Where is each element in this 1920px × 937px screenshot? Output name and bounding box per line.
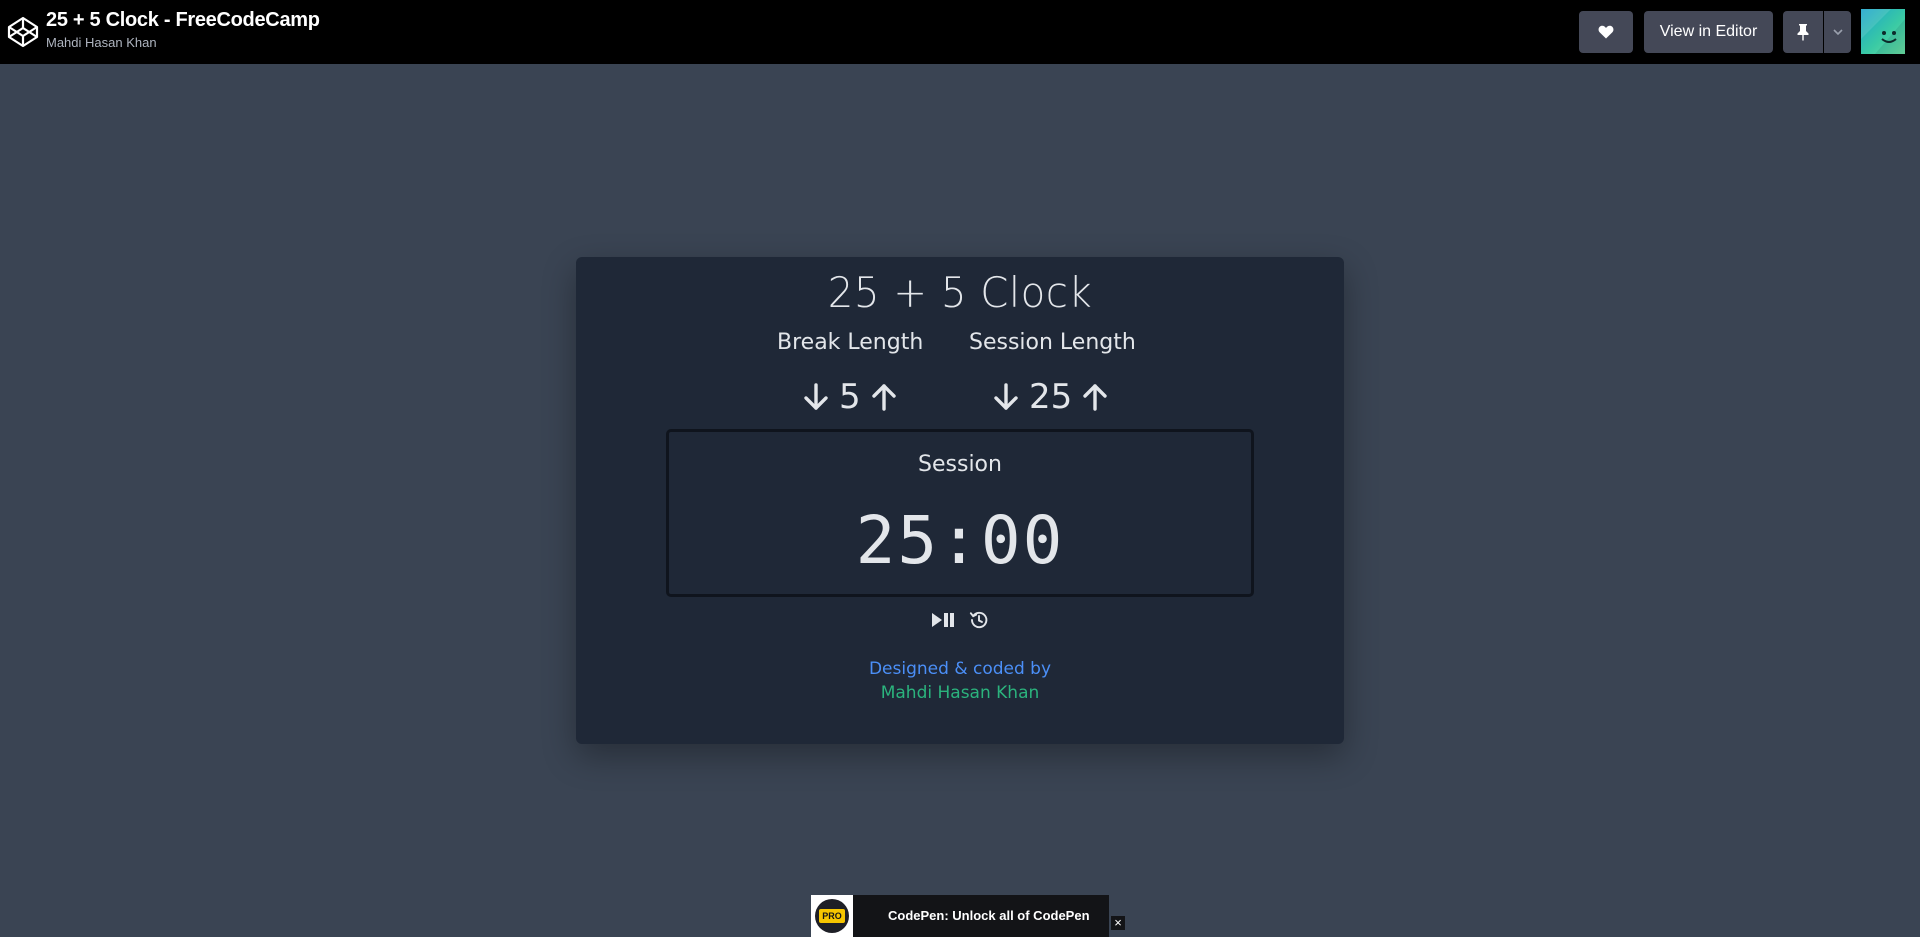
clock-title: 25 + 5 Clock: [827, 268, 1093, 317]
session-length-controls: 25: [993, 377, 1108, 417]
pro-badge-icon: PRO: [815, 899, 849, 933]
close-icon[interactable]: ×: [1111, 916, 1125, 930]
codepen-logo-icon[interactable]: [6, 15, 40, 49]
session-length-label: Session Length: [969, 330, 1136, 355]
break-increment-arrow-up-icon[interactable]: [871, 382, 897, 412]
session-increment-arrow-up-icon[interactable]: [1082, 382, 1108, 412]
credit-author-link[interactable]: Mahdi Hasan Khan: [0, 683, 1920, 703]
pen-title: 25 + 5 Clock - FreeCodeCamp: [46, 9, 320, 31]
pro-badge-text: PRO: [819, 909, 845, 923]
timer-display: Session 25:00: [666, 429, 1254, 597]
session-length-value: 25: [1029, 377, 1073, 417]
pen-author-link[interactable]: Mahdi Hasan Khan: [46, 35, 157, 50]
session-decrement-arrow-down-icon[interactable]: [993, 382, 1019, 412]
time-left: 25:00: [855, 502, 1065, 579]
break-decrement-arrow-down-icon[interactable]: [803, 382, 829, 412]
play-pause-icon[interactable]: [931, 611, 956, 629]
avatar-face-icon: [1861, 9, 1905, 54]
credit-line: Designed & coded by: [868, 659, 1052, 679]
promo-text: CodePen: Unlock all of CodePen: [888, 908, 1090, 923]
codepen-header: 25 + 5 Clock - FreeCodeCamp Mahdi Hasan …: [0, 0, 1920, 64]
codepen-pro-promo[interactable]: PRO CodePen: Unlock all of CodePen: [811, 895, 1109, 937]
timer-label: Session: [918, 452, 1002, 477]
heart-icon: [1598, 25, 1614, 39]
view-in-editor-button[interactable]: View in Editor: [1644, 11, 1773, 53]
pin-button[interactable]: [1783, 11, 1823, 53]
reset-icon[interactable]: [969, 610, 989, 630]
user-avatar[interactable]: [1861, 9, 1905, 54]
break-length-label: Break Length: [777, 330, 924, 355]
break-length-value: 5: [839, 377, 861, 417]
pin-dropdown-button[interactable]: [1824, 11, 1851, 53]
like-button[interactable]: [1579, 11, 1633, 53]
pin-icon: [1797, 24, 1809, 41]
break-length-controls: 5: [803, 377, 897, 417]
chevron-down-icon: [1832, 29, 1843, 36]
pro-badge-container: PRO: [811, 895, 853, 937]
